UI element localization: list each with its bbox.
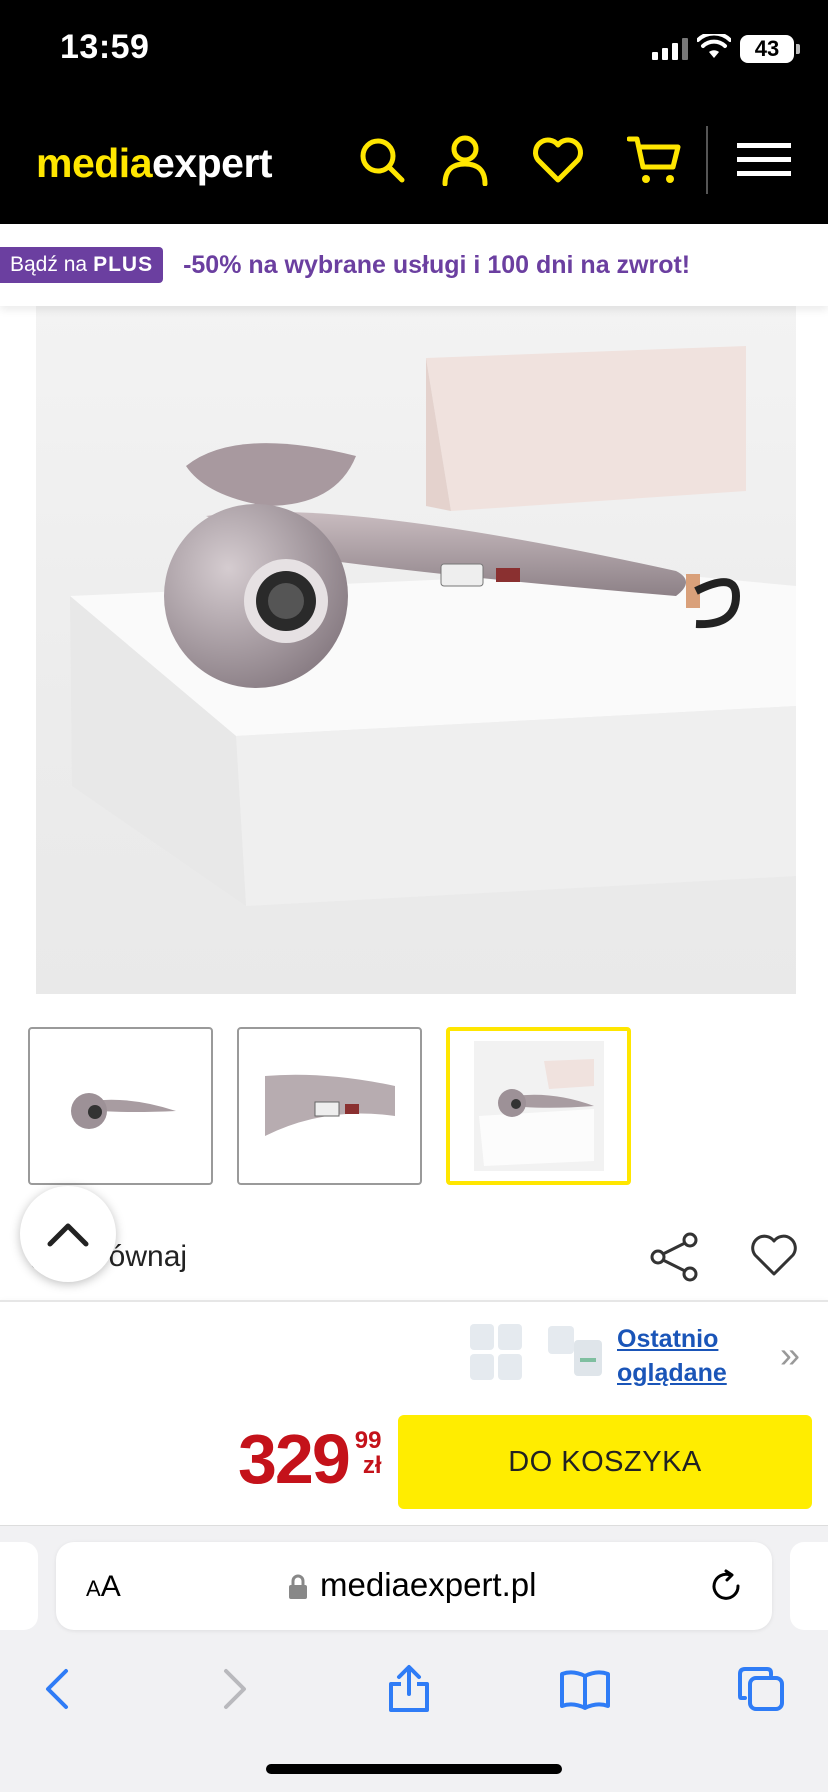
- promo-text: -50% na wybrane usługi i 100 dni na zwro…: [183, 250, 691, 279]
- header-divider: [706, 126, 708, 194]
- product-thumbnail-1[interactable]: [28, 1027, 213, 1185]
- promo-banner[interactable]: Bądź na PLUS -50% na wybrane usługi i 100…: [0, 224, 828, 306]
- product-thumbnail-3[interactable]: [446, 1027, 631, 1185]
- mediaexpert-logo[interactable]: mediaexpert: [36, 140, 273, 187]
- back-to-top-button[interactable]: [20, 1186, 116, 1282]
- recently-viewed-bar[interactable]: Ostatnio oglądane »: [0, 1300, 828, 1398]
- back-icon[interactable]: [22, 1654, 92, 1724]
- reader-settings-button[interactable]: AA: [86, 1570, 121, 1604]
- plus-badge: Bądź na PLUS: [0, 247, 164, 283]
- cart-icon[interactable]: [626, 132, 682, 188]
- site-header: mediaexpert: [0, 96, 828, 224]
- recent-product-image-1[interactable]: [466, 1320, 530, 1386]
- forward-icon[interactable]: [200, 1654, 270, 1724]
- wifi-icon: [697, 34, 731, 58]
- home-indicator: [266, 1764, 562, 1774]
- tabs-icon[interactable]: [726, 1654, 796, 1724]
- share-sheet-icon[interactable]: [374, 1654, 444, 1724]
- previous-tab-edge[interactable]: [0, 1542, 38, 1630]
- cellular-signal-icon: [652, 38, 688, 60]
- next-tab-edge[interactable]: [790, 1542, 828, 1630]
- account-icon[interactable]: [437, 132, 493, 188]
- product-thumbnail-2[interactable]: [237, 1027, 422, 1185]
- product-price: 329 99 zł: [238, 1420, 382, 1498]
- wishlist-icon[interactable]: [530, 132, 586, 188]
- buy-bar: 329 99 zł DO KOSZYKA: [0, 1398, 828, 1526]
- share-icon[interactable]: [648, 1232, 700, 1282]
- status-bar: 13:59 43: [0, 0, 828, 96]
- add-to-cart-button[interactable]: DO KOSZYKA: [398, 1415, 812, 1509]
- lock-icon: [289, 1574, 307, 1599]
- status-time: 13:59: [60, 28, 150, 66]
- double-chevron-right-icon[interactable]: »: [780, 1334, 800, 1376]
- search-icon[interactable]: [354, 132, 410, 188]
- product-main-image[interactable]: [36, 306, 796, 994]
- battery-indicator: 43: [740, 35, 800, 63]
- add-to-wishlist-icon[interactable]: [750, 1234, 798, 1278]
- recent-product-image-2[interactable]: [544, 1320, 608, 1386]
- address-bar[interactable]: AA mediaexpert.pl: [56, 1542, 772, 1630]
- browser-toolbar: AA mediaexpert.pl: [0, 1526, 828, 1792]
- bookmarks-icon[interactable]: [550, 1654, 620, 1724]
- recently-viewed-link[interactable]: Ostatnio oglądane: [617, 1322, 727, 1390]
- menu-icon[interactable]: [736, 132, 792, 188]
- reload-icon[interactable]: [708, 1568, 744, 1604]
- url-text: mediaexpert.pl: [320, 1566, 537, 1603]
